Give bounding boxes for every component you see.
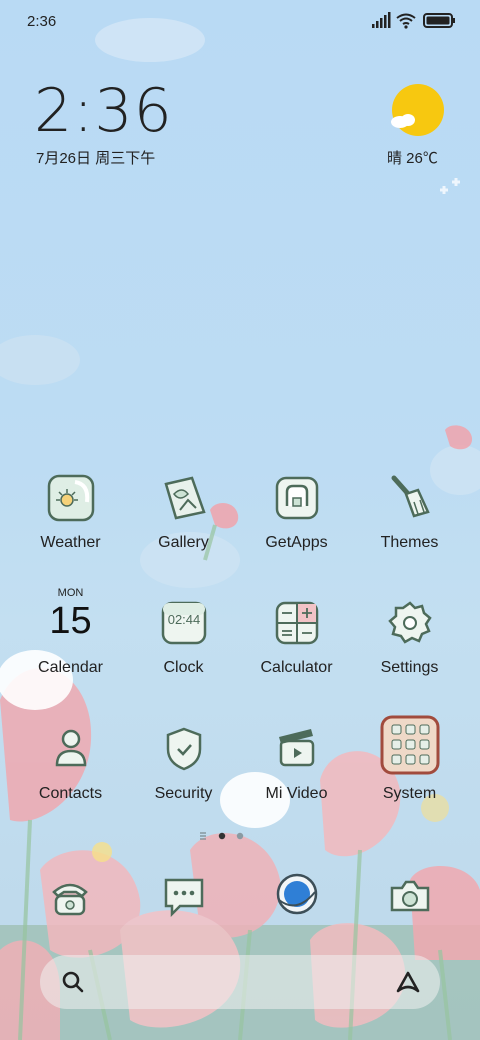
clock-widget-date: 7月26日 周三下午 [36, 150, 156, 167]
page-menu-icon [200, 832, 206, 840]
page-dot [236, 832, 244, 840]
app-label: Calendar [38, 659, 103, 676]
battery-icon [423, 13, 455, 28]
app-security[interactable]: Security [127, 723, 240, 833]
weather-widget-text: 晴 26℃ [387, 150, 438, 167]
security-icon [166, 727, 202, 771]
app-label: Mi Video [265, 785, 328, 802]
app-gallery[interactable]: Gallery [127, 472, 240, 582]
app-settings[interactable]: Settings [353, 597, 466, 707]
getapps-icon [275, 476, 319, 520]
search-icon[interactable] [60, 969, 86, 995]
contacts-icon [55, 729, 87, 767]
weather-icon [47, 474, 95, 522]
video-icon [279, 729, 315, 767]
app-label: Security [154, 785, 213, 802]
app-label: Settings [380, 659, 439, 676]
system-folder-icon [380, 715, 440, 775]
app-label: Gallery [158, 534, 209, 551]
app-mi-video[interactable]: Mi Video [240, 723, 353, 833]
app-label: Weather [40, 534, 101, 551]
app-calculator[interactable]: Calculator [240, 597, 353, 707]
app-label: System [382, 785, 437, 802]
app-getapps[interactable]: GetApps [240, 472, 353, 582]
wifi-icon [396, 13, 416, 25]
app-label: Themes [380, 534, 439, 551]
settings-icon [388, 601, 432, 644]
app-contacts[interactable]: Contacts [14, 723, 127, 833]
status-icons [372, 12, 456, 35]
messages-icon[interactable] [158, 870, 210, 922]
sun-cloud-icon[interactable] [390, 84, 446, 140]
app-label: GetApps [265, 534, 328, 551]
clock-icon-text: 02:44 [167, 612, 201, 627]
calendar-day: MON [57, 587, 84, 599]
browser-icon[interactable] [271, 870, 323, 922]
app-label: Calculator [260, 659, 333, 676]
clock-widget-time[interactable]: 2:36 [34, 76, 173, 146]
signal-icon [372, 12, 391, 28]
status-bar: 2:36 [0, 0, 480, 44]
app-weather[interactable]: Weather [14, 472, 127, 582]
camera-icon[interactable] [384, 870, 436, 922]
page-dot-active [218, 832, 226, 840]
app-label: Contacts [38, 785, 103, 802]
calendar-date: 15 [49, 600, 92, 642]
app-calendar[interactable]: MON 15 Calendar [14, 587, 127, 707]
calculator-icon [275, 601, 319, 645]
page-indicator[interactable] [200, 830, 280, 842]
status-time: 2:36 [27, 13, 57, 30]
themes-icon [391, 475, 430, 518]
app-themes[interactable]: Themes [353, 472, 466, 582]
phone-icon[interactable] [44, 870, 96, 922]
assistant-icon[interactable] [394, 969, 422, 995]
app-folder-system[interactable]: System [353, 715, 466, 825]
app-label: Clock [163, 659, 204, 676]
gallery-icon [164, 476, 206, 520]
search-bar[interactable] [40, 955, 440, 1009]
app-clock[interactable]: 02:44 Clock [127, 597, 240, 707]
